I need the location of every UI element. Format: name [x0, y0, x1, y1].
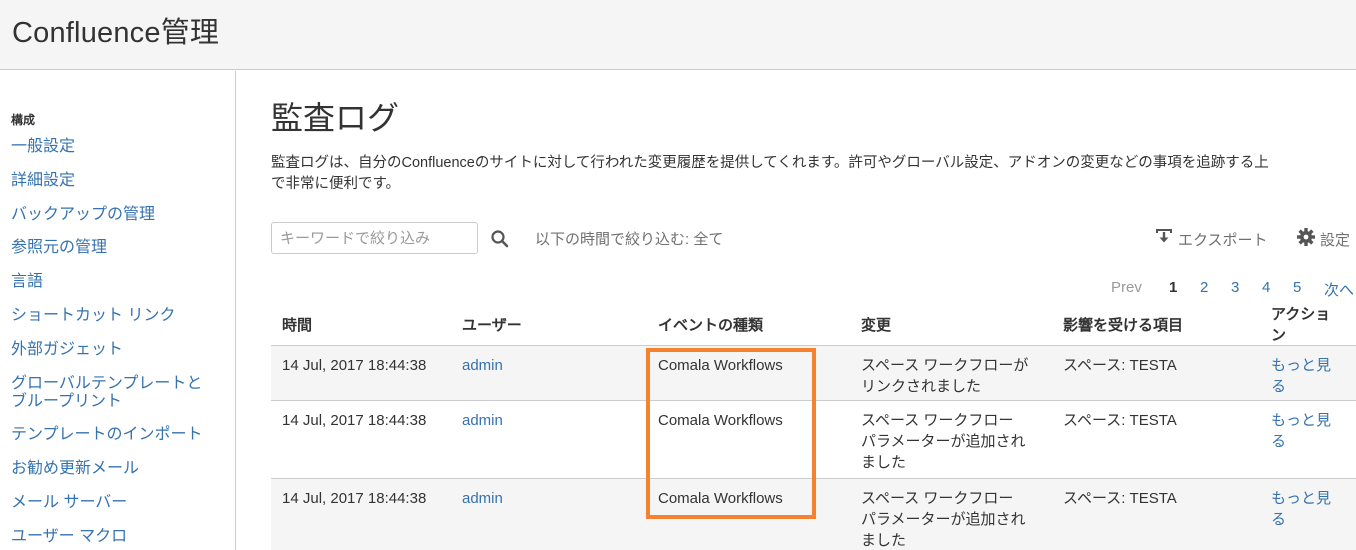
sidebar-item-backup[interactable]: バックアップの管理	[11, 206, 231, 224]
page-title: 監査ログ	[271, 100, 400, 136]
cell-time: 14 Jul, 2017 18:44:38	[271, 345, 451, 401]
column-header-change[interactable]: 変更	[850, 303, 1052, 346]
sidebar-item-recommended-updates[interactable]: お勧め更新メール	[11, 460, 231, 478]
description-line-1: 監査ログは、自分のConfluenceのサイトに対して行われた変更履歴を提供して…	[271, 155, 1269, 171]
table-row: 14 Jul, 2017 18:44:38 admin Comala Workf…	[271, 400, 1356, 479]
table-header-row: 時間 ユーザー イベントの種類 変更 影響を受ける項目 アクション	[271, 303, 1356, 346]
sidebar-item-mail-servers[interactable]: メール サーバー	[11, 494, 231, 512]
sidebar-item-advanced[interactable]: 詳細設定	[11, 172, 231, 190]
search-input[interactable]	[271, 222, 478, 254]
cell-user-link[interactable]: admin	[451, 400, 647, 479]
column-header-action: アクション	[1260, 303, 1356, 346]
pagination-page-4[interactable]: 4	[1262, 279, 1293, 300]
cell-event-type: Comala Workflows	[647, 400, 850, 479]
sidebar-item-general[interactable]: 一般設定	[11, 138, 231, 156]
search-icon[interactable]	[489, 228, 511, 250]
table-row: 14 Jul, 2017 18:44:38 admin Comala Workf…	[271, 345, 1356, 401]
sidebar-item-user-macros[interactable]: ユーザー マクロ	[11, 528, 231, 546]
cell-affected-item: スペース: TESTA	[1052, 478, 1260, 550]
sidebar-item-import-templates[interactable]: テンプレートのインポート	[11, 426, 231, 444]
pagination-page-3[interactable]: 3	[1231, 279, 1262, 300]
column-header-affected-item[interactable]: 影響を受ける項目	[1052, 303, 1260, 346]
cell-user-link[interactable]: admin	[451, 478, 647, 550]
sidebar-item-external-gadgets[interactable]: 外部ガジェット	[11, 341, 231, 359]
export-icon	[1154, 227, 1174, 251]
cell-user-link[interactable]: admin	[451, 345, 647, 401]
pagination-page-2[interactable]: 2	[1200, 279, 1231, 300]
cell-time: 14 Jul, 2017 18:44:38	[271, 478, 451, 550]
table-row: 14 Jul, 2017 18:44:38 admin Comala Workf…	[271, 478, 1356, 550]
pagination-prev: Prev	[1111, 279, 1142, 296]
settings-button[interactable]: 設定	[1296, 227, 1350, 251]
admin-sidebar: 構成 一般設定 詳細設定 バックアップの管理 参照元の管理 言語 ショートカット…	[0, 71, 236, 550]
pagination: Prev 1 2 3 4 5 次へ	[1111, 279, 1354, 300]
time-filter[interactable]: 以下の時間で絞り込む: 全て	[535, 228, 723, 249]
cell-affected-item: スペース: TESTA	[1052, 400, 1260, 479]
cell-change: スペース ワークフロー パラメーターが追加され ました	[850, 478, 1052, 550]
column-header-user[interactable]: ユーザー	[451, 303, 647, 346]
description-line-2: で非常に便利です。	[271, 176, 401, 192]
sidebar-section-title: 構成	[11, 113, 36, 127]
cell-action-link[interactable]: もっと見る	[1260, 478, 1356, 550]
export-label: エクスポート	[1178, 231, 1268, 249]
pagination-next[interactable]: 次へ	[1324, 279, 1354, 300]
column-header-time[interactable]: 時間	[271, 303, 451, 346]
page-description: 監査ログは、自分のConfluenceのサイトに対して行われた変更履歴を提供して…	[271, 153, 1356, 195]
app-title: Confluence管理	[12, 17, 220, 49]
app-header: Confluence管理	[0, 0, 1356, 70]
cell-event-type: Comala Workflows	[647, 345, 850, 401]
sidebar-item-shortcut-links[interactable]: ショートカット リンク	[11, 307, 231, 325]
sidebar-nav: 一般設定 詳細設定 バックアップの管理 参照元の管理 言語 ショートカット リン…	[11, 138, 231, 550]
cell-action-link[interactable]: もっと見る	[1260, 400, 1356, 479]
cell-change: スペース ワークフローが リンクされました	[850, 345, 1052, 401]
settings-label: 設定	[1320, 231, 1351, 249]
cell-action-link[interactable]: もっと見る	[1260, 345, 1356, 401]
audit-log-table: 時間 ユーザー イベントの種類 変更 影響を受ける項目 アクション 14 Jul…	[271, 303, 1356, 550]
pagination-page-5[interactable]: 5	[1293, 279, 1324, 300]
sidebar-item-languages[interactable]: 言語	[11, 273, 231, 291]
cell-time: 14 Jul, 2017 18:44:38	[271, 400, 451, 479]
sidebar-item-global-templates[interactable]: グローバルテンプレートと ブループリント	[11, 375, 231, 411]
column-header-event-type[interactable]: イベントの種類	[647, 303, 850, 346]
pagination-page-1: 1	[1169, 279, 1178, 296]
export-button[interactable]: エクスポート	[1154, 227, 1268, 251]
gear-icon	[1296, 227, 1316, 251]
main-content: 監査ログ 監査ログは、自分のConfluenceのサイトに対して行われた変更履歴…	[237, 71, 1356, 550]
cell-affected-item: スペース: TESTA	[1052, 345, 1260, 401]
sidebar-item-referrers[interactable]: 参照元の管理	[11, 239, 231, 257]
cell-change: スペース ワークフロー パラメーターが追加され ました	[850, 400, 1052, 479]
cell-event-type: Comala Workflows	[647, 478, 850, 550]
